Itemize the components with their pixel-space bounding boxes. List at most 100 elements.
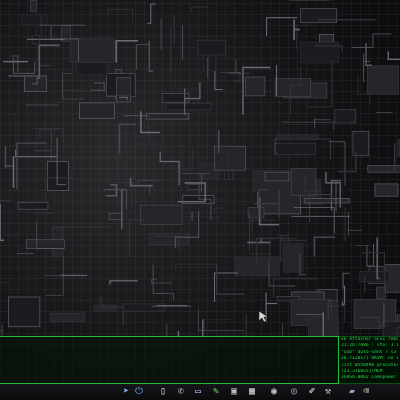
circuit-trace xyxy=(214,313,247,336)
phone-icon[interactable]: ✆ xyxy=(175,386,187,398)
circuit-trace xyxy=(184,82,201,102)
circuit-trace xyxy=(249,219,276,232)
circuit-trace xyxy=(328,141,346,186)
circuit-chip xyxy=(116,77,131,103)
circuit-trace xyxy=(347,211,363,236)
circuit-trace xyxy=(191,6,209,13)
circuit-trace xyxy=(105,184,118,197)
folder-icon[interactable]: ▰ xyxy=(346,386,358,398)
disc-icon[interactable]: ◎ xyxy=(288,386,300,398)
circuit-trace xyxy=(159,151,180,186)
monitor-icon[interactable]: ▭ xyxy=(192,386,204,398)
circuit-chip xyxy=(300,8,337,24)
circuit-trace xyxy=(151,279,173,284)
circuit-chip xyxy=(25,239,65,249)
circuit-trace xyxy=(341,285,346,306)
circuit-trace xyxy=(128,219,145,257)
log-line: 3G8S6.0002 Comnpower xyxy=(341,375,397,381)
circuit-chip xyxy=(275,133,319,140)
circuit-trace xyxy=(314,118,331,128)
circuit-chip xyxy=(21,14,48,26)
circuit-trace xyxy=(109,279,138,285)
circuit-trace xyxy=(0,282,12,283)
circuit-trace xyxy=(62,73,85,100)
system-log-box: x6 Attacher SCSI removable 21:26:7086 : … xyxy=(338,336,400,384)
circuit-chip xyxy=(245,76,266,97)
circuit-trace xyxy=(115,40,138,63)
circuit-trace xyxy=(0,324,3,336)
circuit-trace xyxy=(171,144,184,167)
calendar-icon[interactable]: ▦ xyxy=(246,386,258,398)
circuit-chip xyxy=(374,183,399,197)
circuit-trace xyxy=(11,55,19,74)
circuit-chip xyxy=(304,198,350,204)
circuit-trace xyxy=(107,8,133,22)
circuit-chip xyxy=(79,102,115,120)
circuit-chip xyxy=(30,0,38,12)
circuit-chip xyxy=(49,312,86,322)
circuit-trace xyxy=(39,128,59,139)
circuit-trace xyxy=(204,319,233,332)
circuit-trace xyxy=(90,82,105,92)
circuit-trace xyxy=(138,179,161,184)
dock: ➤ ⏻ ▯ ✆ ▭ ✎ ▣ ▦ ◉ ◎ ✐ ⚒ ▰ ⌫ xyxy=(0,384,400,400)
circuit-trace xyxy=(136,44,150,70)
circuit-chip xyxy=(274,78,311,97)
circuit-trace xyxy=(175,263,219,271)
circuit-chip xyxy=(145,113,189,120)
circuit-trace xyxy=(103,188,128,210)
circuit-trace xyxy=(152,264,175,300)
circuit-chip xyxy=(247,207,265,219)
circuit-chip xyxy=(235,256,280,277)
circuit-trace xyxy=(213,207,222,214)
circuit-chip xyxy=(8,296,41,328)
circuit-chip xyxy=(122,303,165,312)
circuit-trace xyxy=(351,33,392,48)
circuit-chip xyxy=(274,142,316,156)
circuit-chip xyxy=(264,171,290,182)
circuit-trace xyxy=(293,19,300,41)
circuit-trace xyxy=(177,319,204,336)
circuit-trace xyxy=(0,199,12,202)
power-icon[interactable]: ⏻ xyxy=(133,386,145,398)
circuit-pattern xyxy=(0,0,400,336)
circuit-chip xyxy=(140,204,183,226)
log-line: 21:26:7086 : sto: 1 IV xyxy=(341,343,398,349)
circuit-trace xyxy=(33,128,64,142)
circuit-chip xyxy=(366,65,399,95)
log-line: 26.712017] UKVM: no IPVE xyxy=(341,356,398,362)
circuit-trace xyxy=(318,138,331,160)
circuit-chip xyxy=(69,38,115,63)
trash-icon[interactable]: ⌫ xyxy=(360,386,372,398)
terminal-icon[interactable]: ▣ xyxy=(228,386,240,398)
circuit-trace xyxy=(8,114,17,145)
circuit-trace xyxy=(118,123,136,154)
circuit-trace xyxy=(147,3,156,25)
circuit-trace xyxy=(4,208,11,236)
circuit-trace xyxy=(313,236,335,257)
rocket-launcher-icon[interactable]: ➤ xyxy=(120,386,132,398)
circuit-chip xyxy=(197,39,226,56)
circuit-trace xyxy=(281,121,335,130)
circuit-chip xyxy=(93,304,117,312)
circuit-trace xyxy=(214,71,223,91)
circuit-trace xyxy=(213,272,238,302)
circuit-trace xyxy=(12,58,36,74)
circuit-trace xyxy=(228,59,250,74)
circuit-trace xyxy=(266,17,298,36)
circuit-trace xyxy=(0,203,5,242)
globe-icon[interactable]: ◉ xyxy=(268,386,280,398)
circuit-chip xyxy=(187,184,203,190)
pen-icon[interactable]: ✎ xyxy=(210,386,222,398)
circuit-chip xyxy=(165,103,212,111)
circuit-chip xyxy=(46,161,69,191)
text-editor-icon[interactable]: ✐ xyxy=(306,386,318,398)
document-icon[interactable]: ▯ xyxy=(157,386,169,398)
circuit-trace xyxy=(4,146,13,169)
circuit-trace xyxy=(366,243,374,267)
tools-icon[interactable]: ⚒ xyxy=(322,386,334,398)
circuit-trace xyxy=(38,44,60,79)
circuit-chip xyxy=(108,213,123,220)
circuit-trace xyxy=(16,142,47,190)
circuit-trace xyxy=(148,40,154,73)
